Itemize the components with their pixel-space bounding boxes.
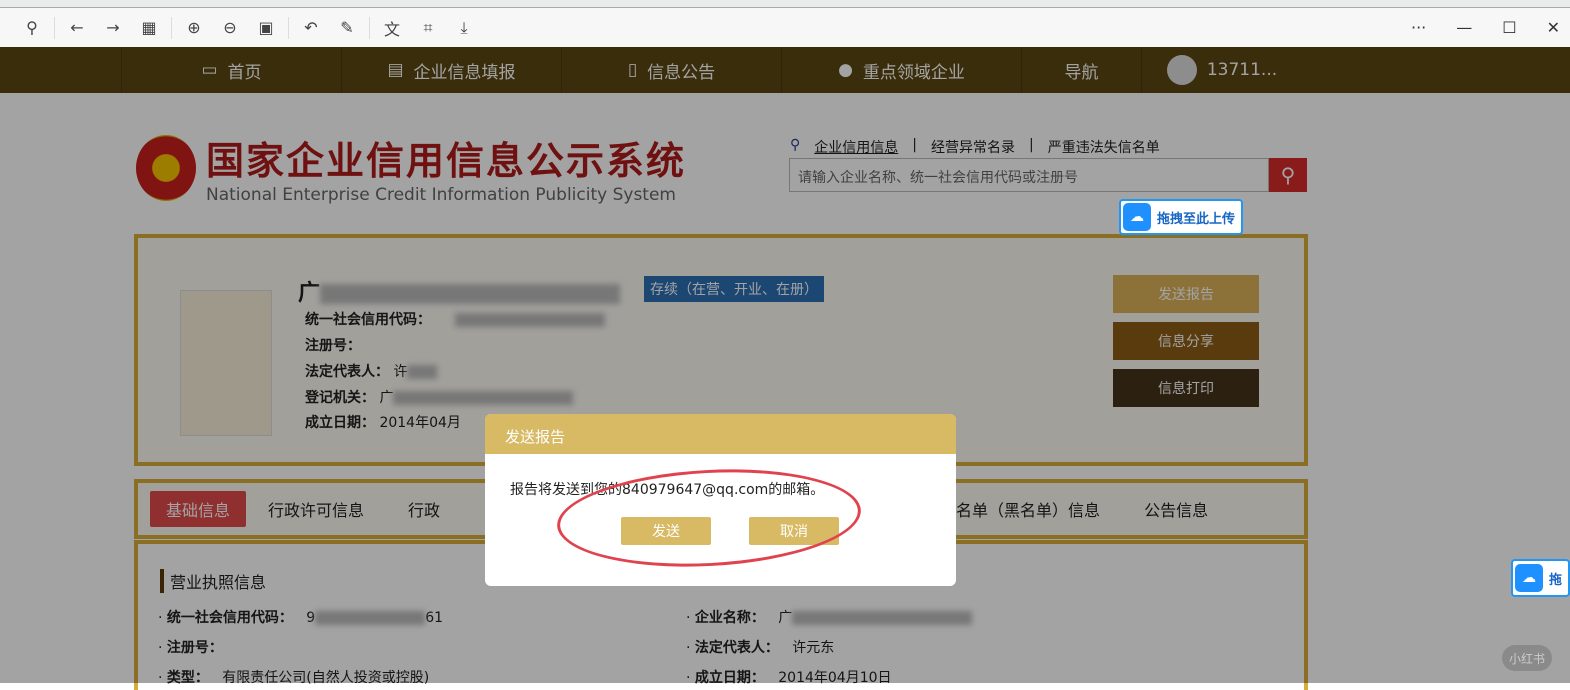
download-icon[interactable]: ⤓ [446,13,482,43]
window-controls: ··· — ☐ ✕ [1411,8,1560,47]
fit-icon[interactable]: ▣ [248,13,284,43]
rotate-icon[interactable]: ↶ [293,13,329,43]
watermark: 小红书 [1502,645,1552,671]
dialog-title: 发送报告 [485,414,956,454]
maximize-button[interactable]: ☐ [1502,18,1516,37]
baidu-upload-widget[interactable]: ☁ 拖拽至此上传 [1119,199,1244,235]
ocr-icon[interactable]: ⌗ [410,13,446,43]
grid-icon[interactable]: ▦ [131,13,167,43]
close-button[interactable]: ✕ [1547,18,1560,37]
translate-icon[interactable]: 文 [374,13,410,43]
back-icon[interactable]: ← [59,13,95,43]
upload-label: 拖拽至此上传 [1157,211,1236,227]
modal-overlay[interactable] [0,47,1570,683]
cloud-icon: ☁ [1123,203,1151,231]
forward-icon[interactable]: → [95,13,131,43]
upload-label: 拖 [1549,572,1563,588]
viewer-toolbar: ⚲ ← → ▦ ⊕ ⊖ ▣ ↶ ✎ 文 ⌗ ⤓ [0,8,1570,47]
pin-icon[interactable]: ⚲ [14,13,50,43]
zoom-in-icon[interactable]: ⊕ [176,13,212,43]
cloud-icon: ☁ [1515,564,1543,592]
edit-icon[interactable]: ✎ [329,13,365,43]
minimize-button[interactable]: — [1456,18,1472,37]
more-button[interactable]: ··· [1411,18,1426,37]
top-strip [0,0,1570,8]
baidu-upload-side[interactable]: ☁ 拖 [1511,559,1570,597]
zoom-out-icon[interactable]: ⊖ [212,13,248,43]
